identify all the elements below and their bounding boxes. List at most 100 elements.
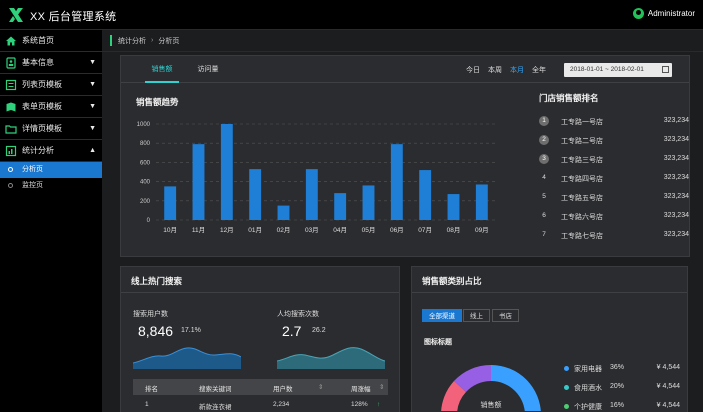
breadcrumb-current: 分析页 [158, 37, 180, 45]
segment-all-channels[interactable]: 全部渠道 [422, 309, 462, 322]
info-icon [6, 57, 16, 69]
dot-icon [8, 183, 13, 188]
rank-number: 1 [539, 116, 549, 126]
legend-pct: 16% [610, 402, 625, 409]
store-sales: 323,234 [663, 193, 689, 200]
legend-value: ¥ 4,544 [656, 364, 680, 371]
rank-number: 3 [539, 154, 549, 164]
sort-icon[interactable]: ⇕ [379, 383, 384, 391]
row-keyword[interactable]: 新款连衣裙 [199, 401, 232, 411]
breadcrumb-marker [110, 35, 112, 46]
store-name: 工专路三号店 [561, 157, 603, 164]
tab-sales[interactable]: 销售额 [145, 56, 179, 83]
category-share-title: 销售额类别占比 [422, 276, 482, 286]
avg-search-sparkline [277, 347, 385, 369]
sidebar-item-statistics[interactable]: 统计分析 ▲ [0, 140, 102, 162]
period-month[interactable]: 本月 [510, 65, 524, 75]
y-tick-label: 400 [140, 180, 151, 186]
segment-bookstore[interactable]: 书店 [492, 309, 519, 322]
bar [277, 205, 290, 220]
store-sales: 323,234 [663, 117, 689, 124]
y-tick-label: 200 [140, 199, 151, 205]
x-tick-label: 03月 [305, 226, 319, 234]
period-today[interactable]: 今日 [466, 65, 480, 75]
category-share-header: 销售额类别占比 [412, 267, 687, 293]
calendar-icon [662, 66, 669, 73]
sidebar-item-form-template[interactable]: 表单页模板 ▼ [0, 96, 102, 118]
tab-visits[interactable]: 访问量 [191, 56, 225, 83]
store-sales: 323,234 [663, 212, 689, 219]
period-selector: 今日 本周 本月 全年 [466, 65, 546, 75]
search-users-sparkline [133, 347, 241, 369]
ranking-row: 3 工专路三号店 323,234 [539, 154, 689, 166]
store-name: 工专路二号店 [561, 138, 603, 145]
segment-online[interactable]: 线上 [463, 309, 490, 322]
store-name: 工专路四号店 [561, 176, 603, 183]
sidebar-item-label: 列表页模板 [22, 80, 62, 89]
sidebar-item-basic-info[interactable]: 基本信息 ▼ [0, 52, 102, 74]
rank-number: 7 [542, 231, 546, 238]
breadcrumb-separator: › [151, 37, 154, 44]
x-tick-label: 12月 [220, 226, 234, 234]
legend-value: ¥ 4,544 [656, 383, 680, 390]
legend-row: 个护健康 16% ¥ 4,544 [564, 401, 684, 412]
rank-number: 5 [542, 193, 546, 200]
donut-center-label: 销售额 [481, 400, 502, 409]
date-range-picker[interactable]: 2018-01-01 ~ 2018-02-01 [564, 63, 672, 77]
row-change: 128% [351, 401, 368, 408]
rank-number: 2 [539, 135, 549, 145]
sales-tabs: 销售额 访问量 今日 本周 本月 全年 2018-01-01 ~ 2018-02… [121, 56, 689, 83]
sales-trend-chart: 0 200 400 600 800 1000 10月 11月 12月 01月 02月 03月 04月 05… [137, 122, 496, 234]
avg-search-value: 2.7 [282, 323, 302, 339]
sidebar-item-detail-template[interactable]: 详情页模板 ▼ [0, 118, 102, 140]
legend-dot-icon [564, 366, 569, 371]
store-sales: 323,234 [663, 174, 689, 181]
sidebar-item-home[interactable]: 系统首页 [0, 30, 102, 52]
x-tick-label: 02月 [277, 226, 291, 234]
period-week[interactable]: 本周 [488, 65, 502, 75]
store-ranking-list: 1 工专路一号店 323,234 2 工专路二号店 323,234 3 工专路三… [539, 116, 689, 246]
search-users-value: 8,846 [138, 323, 174, 339]
sidebar-item-label: 系统首页 [22, 36, 54, 45]
app-title: XX 后台管理系统 [30, 11, 117, 23]
home-icon [6, 36, 16, 46]
chevron-down-icon: ▼ [89, 103, 96, 110]
folder-icon [5, 125, 17, 134]
rank-number: 6 [542, 212, 546, 219]
legend-dot-icon [564, 404, 569, 409]
top-bar: XX 后台管理系统 Administrator [0, 0, 703, 30]
sidebar-item-label: 详情页模板 [22, 124, 62, 133]
search-users-change: 17.1% [181, 327, 201, 334]
sort-icon[interactable]: ⇕ [318, 383, 323, 391]
store-ranking-title: 门店销售额排名 [539, 93, 599, 103]
col-weekly-change[interactable]: 周涨幅 [351, 383, 371, 393]
legend-pct: 20% [610, 383, 625, 390]
legend-pct: 36% [610, 364, 625, 371]
sidebar-item-label: 表单页模板 [22, 102, 62, 111]
period-year[interactable]: 全年 [532, 65, 546, 75]
col-users[interactable]: 用户数 [273, 383, 293, 393]
sidebar-item-list-template[interactable]: 列表页模板 ▼ [0, 74, 102, 96]
ranking-row: 1 工专路一号店 323,234 [539, 116, 689, 128]
bar [390, 144, 403, 220]
bar [305, 169, 318, 220]
x-tick-label: 08月 [447, 226, 461, 234]
y-tick-label: 600 [140, 160, 151, 166]
store-name: 工专路五号店 [561, 195, 603, 202]
avg-search-change: 26.2 [312, 327, 326, 334]
bar [419, 170, 432, 220]
store-sales: 323,234 [663, 136, 689, 143]
row-users: 2,234 [273, 401, 290, 408]
user-menu[interactable]: Administrator [632, 8, 695, 19]
legend-name: 家用电器 [574, 366, 602, 373]
sidebar-subitem-analysis[interactable]: 分析页 [0, 162, 102, 178]
legend-name: 个护健康 [574, 404, 602, 411]
bar [362, 185, 375, 220]
breadcrumb: 统计分析 › 分析页 [102, 30, 703, 52]
chart-title: 图标标题 [424, 339, 452, 346]
sidebar-subitem-monitor[interactable]: 监控页 [0, 178, 102, 194]
breadcrumb-parent[interactable]: 统计分析 [118, 36, 146, 46]
x-tick-label: 11月 [192, 226, 205, 234]
table-row: 1 新款连衣裙 2,234 128% ↑ [133, 397, 388, 411]
legend-dot-icon [564, 385, 569, 390]
